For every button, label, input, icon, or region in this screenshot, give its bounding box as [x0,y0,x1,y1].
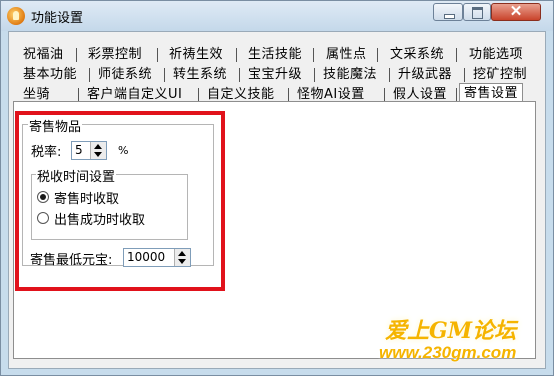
tab-literary-system[interactable]: 文采系统 [390,45,444,64]
tab-skill-magic[interactable]: 技能魔法 [323,65,377,84]
maximize-button[interactable] [463,3,491,21]
tab-row-2: 基本功能 师徒系统 转生系统 宝宝升级 技能魔法 升级武器 挖矿控制 [10,65,540,84]
tab-separator [464,68,465,82]
tab-basic-functions[interactable]: 基本功能 [23,65,77,84]
tab-mining-control[interactable]: 挖矿控制 [473,65,527,84]
tab-separator [456,48,457,62]
tab-separator [198,88,199,102]
tab-separator [78,88,79,102]
tab-separator [236,48,237,62]
app-flame-icon [7,7,25,25]
tab-upgrade-weapon[interactable]: 升级武器 [398,65,452,84]
tab-separator [164,68,165,82]
settings-window: 功能设置 ✕ 祝福油 彩票控制 祈祷生效 生活技能 属性点 文采系统 功能选项 … [0,0,554,376]
tab-mentor-system[interactable]: 师徒系统 [98,65,152,84]
tab-separator [377,48,378,62]
tab-prayer-effect[interactable]: 祈祷生效 [169,45,223,64]
tab-separator [313,48,314,62]
tab-separator [288,88,289,102]
forum-watermark: 爱上GM论坛 www.230gm.com [379,313,549,369]
close-icon: ✕ [509,3,523,20]
tab-separator [239,68,240,82]
tab-blessing-oil[interactable]: 祝福油 [23,45,64,64]
highlight-annotation-frame [15,111,225,291]
watermark-url: www.230gm.com [379,343,517,362]
tab-feature-options[interactable]: 功能选项 [469,45,523,64]
tab-separator [456,88,457,102]
tab-life-skills[interactable]: 生活技能 [248,45,302,64]
tab-separator [384,88,385,102]
tab-separator [389,68,390,82]
tab-separator [76,48,77,62]
close-button[interactable]: ✕ [491,3,541,21]
tab-pet-upgrade[interactable]: 宝宝升级 [248,65,302,84]
tab-lottery-control[interactable]: 彩票控制 [88,45,142,64]
tab-separator [314,68,315,82]
tab-row-1: 祝福油 彩票控制 祈祷生效 生活技能 属性点 文采系统 功能选项 [10,45,540,64]
title-bar[interactable]: 功能设置 ✕ [1,1,553,31]
watermark-text: 爱上GM论坛 [385,318,517,344]
tab-rebirth-system[interactable]: 转生系统 [173,65,227,84]
tab-separator [89,68,90,82]
minimize-button[interactable] [433,3,463,21]
tab-separator [157,48,158,62]
window-title: 功能设置 [31,11,84,26]
tab-attribute-points[interactable]: 属性点 [326,45,367,64]
